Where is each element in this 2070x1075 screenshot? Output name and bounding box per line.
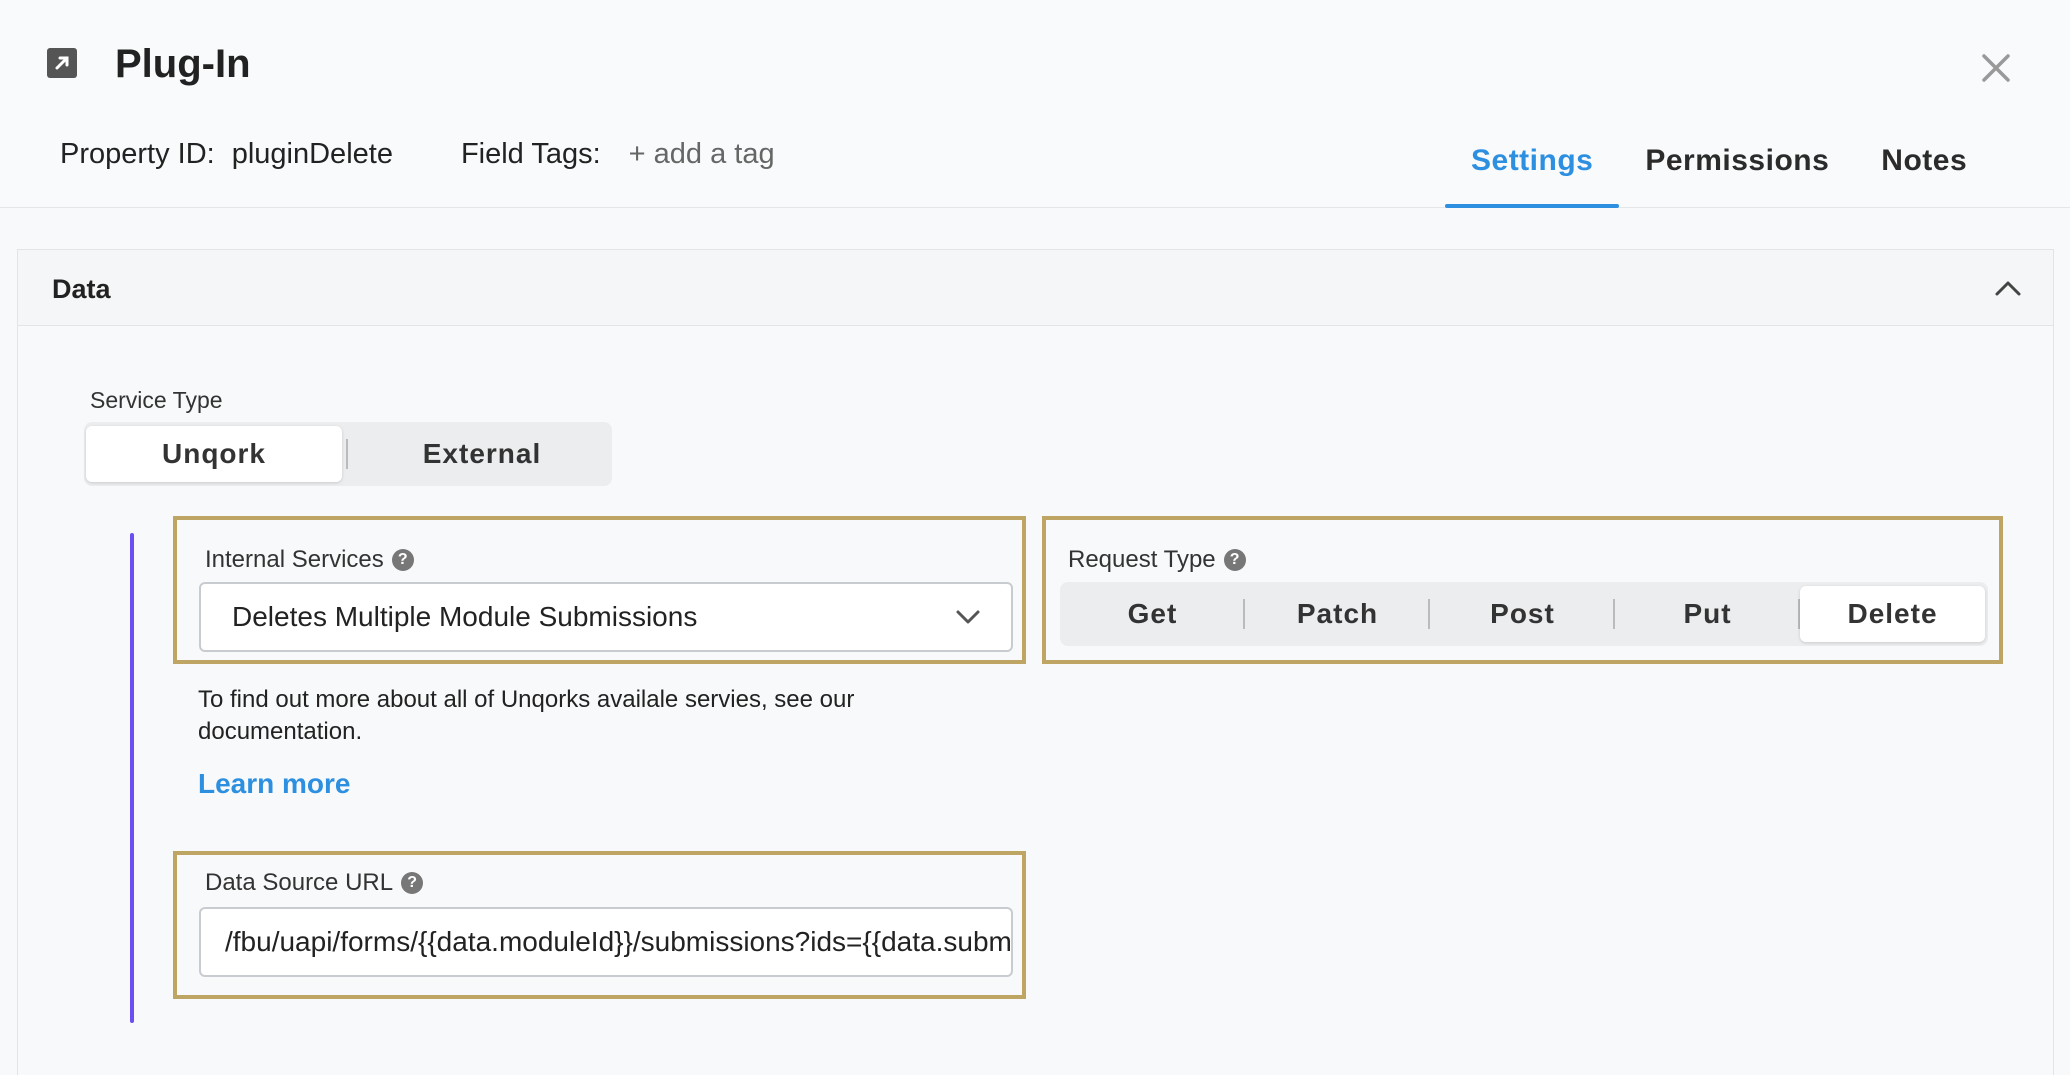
tab-notes[interactable]: Notes: [1855, 130, 1993, 208]
add-tag-button[interactable]: + add a tag: [629, 138, 775, 171]
section-title: Data: [52, 274, 111, 304]
chevron-down-icon: [956, 610, 980, 624]
data-source-url-label: Data Source URL: [205, 869, 394, 896]
internal-services-value: Deletes Multiple Module Submissions: [232, 601, 698, 632]
service-type-toggle: Unqork External: [84, 422, 612, 486]
help-icon[interactable]: ?: [1223, 549, 1246, 571]
segment-divider: [346, 439, 348, 469]
request-type-delete[interactable]: Delete: [1800, 586, 1985, 642]
internal-services-label: Internal Services: [205, 546, 384, 573]
modal-title: Plug-In: [115, 42, 251, 86]
data-section-header[interactable]: Data: [18, 250, 2053, 326]
help-icon[interactable]: ?: [401, 872, 424, 894]
close-button[interactable]: [1978, 50, 2014, 86]
request-type-get[interactable]: Get: [1060, 586, 1245, 642]
learn-more-link[interactable]: Learn more: [198, 768, 351, 800]
field-tags-label: Field Tags:: [460, 138, 601, 170]
services-description: To find out more about all of Unqorks av…: [198, 686, 855, 745]
tab-settings[interactable]: Settings: [1445, 130, 1620, 208]
service-type-external[interactable]: External: [352, 426, 612, 482]
internal-services-label-row: Internal Services ?: [205, 546, 414, 574]
tab-bar: Settings Permissions Notes: [1445, 130, 1993, 208]
external-link-icon: [47, 48, 77, 78]
property-id-value: pluginDelete: [231, 138, 393, 170]
data-source-url-label-row: Data Source URL ?: [205, 869, 424, 897]
request-type-patch[interactable]: Patch: [1245, 586, 1430, 642]
help-icon[interactable]: ?: [391, 549, 414, 571]
internal-services-highlight: Internal Services ? Deletes Multiple Mod…: [173, 516, 1026, 664]
service-type-label: Service Type: [90, 387, 223, 413]
service-type-unqork[interactable]: Unqork: [86, 426, 342, 482]
indent-line: [130, 533, 134, 1023]
data-source-url-input[interactable]: [199, 907, 1013, 977]
property-id-label: Property ID:: [60, 138, 215, 170]
data-source-url-highlight: Data Source URL ?: [173, 851, 1026, 999]
close-icon[interactable]: [1981, 53, 2011, 83]
request-type-highlight: Request Type ? Get Patch Post Put Delete: [1042, 516, 2003, 664]
request-type-toggle: Get Patch Post Put Delete: [1060, 582, 1988, 646]
request-type-put[interactable]: Put: [1615, 586, 1800, 642]
request-type-post[interactable]: Post: [1430, 586, 1615, 642]
request-type-label-row: Request Type ?: [1068, 546, 1246, 574]
modal-header: Plug-In Property ID: pluginDelete Field …: [0, 0, 2070, 208]
tab-permissions[interactable]: Permissions: [1619, 130, 1855, 208]
chevron-up-icon[interactable]: [1993, 274, 2023, 304]
plugin-modal: Plug-In Property ID: pluginDelete Field …: [0, 0, 2070, 1075]
internal-services-select[interactable]: Deletes Multiple Module Submissions: [199, 582, 1013, 652]
property-row: Property ID: pluginDelete Field Tags: + …: [60, 138, 775, 171]
request-type-label: Request Type: [1068, 546, 1216, 573]
